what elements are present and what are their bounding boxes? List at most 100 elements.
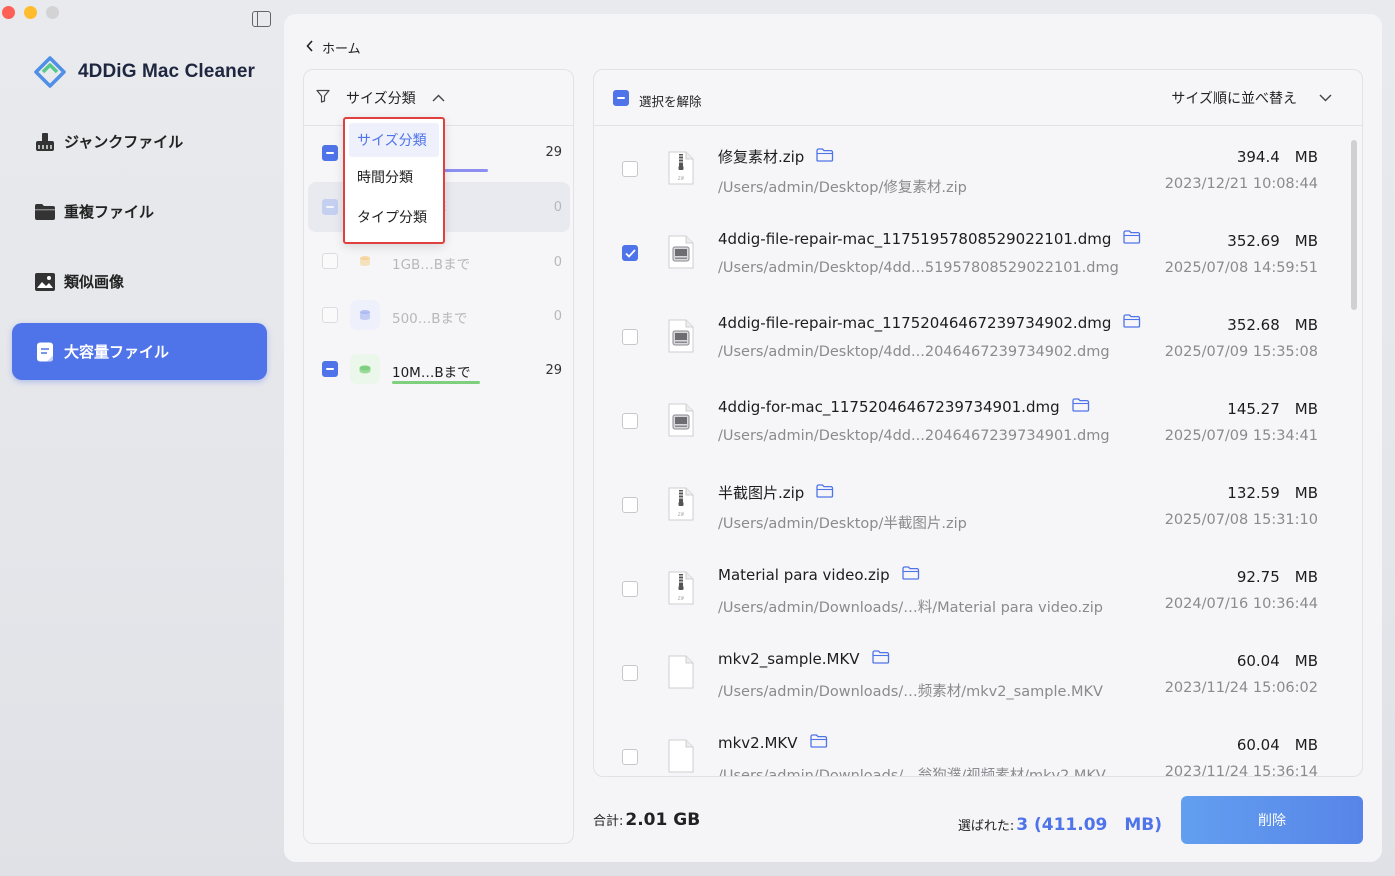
category-name: 500…Bまで [392,311,468,327]
category-count: 0 [553,200,562,215]
select-all-checkbox[interactable] [613,90,629,106]
file-row[interactable]: ZIP Material para video.zip/Users/admin/D… [594,547,1362,631]
sidebar-item-label: ジャンクファイル [64,133,184,151]
dmg-file-icon [667,235,695,269]
file-checkbox[interactable] [622,413,638,429]
category-name: 10M…Bまで [392,365,471,381]
sidebar-item-similar-images[interactable]: 類似画像 [12,253,267,310]
file-checkbox[interactable] [622,581,638,597]
maximize-window-button[interactable] [46,6,59,19]
window-controls [2,6,59,19]
open-folder-icon[interactable] [1123,230,1141,248]
open-folder-icon[interactable] [901,566,920,584]
total-value: 2.01 GB [625,810,701,830]
file-size: 394.4 MB [1236,148,1318,166]
category-checkbox[interactable] [322,307,338,323]
scrollbar[interactable] [1351,140,1357,310]
chevron-up-icon [432,90,445,106]
file-row[interactable]: mkv2_sample.MKV/Users/admin/Downloads/…频… [594,631,1362,715]
file-name-group: Material para video.zip [718,566,920,584]
sidebar-item-duplicate-files[interactable]: 重複ファイル [12,183,267,240]
open-folder-icon[interactable] [871,650,890,668]
sort-label: サイズ順に並べ替え [1171,91,1297,107]
dropdown-option-size[interactable]: サイズ分類 [349,123,439,157]
file-checkbox[interactable] [622,749,638,765]
back-home-link[interactable]: ホーム [306,38,361,57]
selected-summary: 選ばれた: 3 (411.09 MB) [958,810,1162,835]
category-count: 29 [545,363,562,378]
large-file-icon [34,342,56,362]
file-date: 2025/07/08 14:59:51 [1164,260,1318,276]
deselect-all-button[interactable]: 選択を解除 [639,91,702,110]
document-file-icon [667,655,695,689]
close-window-button[interactable] [2,6,15,19]
dropdown-option-type[interactable]: タイプ分類 [345,197,443,237]
app-logo-icon [34,56,66,88]
open-folder-icon[interactable] [816,147,834,166]
file-row[interactable]: 4ddig-for-mac_11752046467239734901.dmg/U… [594,379,1362,463]
open-folder-icon[interactable] [816,483,834,502]
file-date: 2023/11/24 15:36:14 [1164,764,1318,777]
document-file-icon [667,739,695,773]
file-list-header: 選択を解除 サイズ順に並べ替え [594,70,1362,126]
file-size: 145.27 MB [1227,400,1318,418]
filter-label: サイズ分類 [346,90,416,107]
file-checkbox[interactable] [622,665,638,681]
svg-text:ZIP: ZIP [678,176,685,181]
main-panel: ホーム サイズ分類 イル 29 [284,14,1382,862]
sidebar-item-large-files[interactable]: 大容量ファイル [12,323,267,380]
file-path: /Users/admin/Desktop/修复素材.zip [718,180,967,196]
file-path: /Users/admin/Desktop/4dd...5195780852902… [718,260,1119,276]
folder-icon [34,202,56,222]
file-name: 修复素材.zip [718,148,805,166]
chevron-down-icon [1319,90,1332,106]
sidebar-nav: ジャンクファイル 重複ファイル 類似画像 大容量ファイル [12,113,267,393]
sidebar-item-label: 重複ファイル [64,203,155,221]
category-row[interactable]: 10M…Bまで 29 [308,344,570,394]
file-path: /Users/admin/Desktop/4dd...2046467239734… [718,428,1110,444]
open-folder-icon[interactable] [809,734,828,752]
category-checkbox[interactable] [322,361,338,377]
file-date: 2023/11/24 15:06:02 [1164,680,1318,696]
open-folder-icon[interactable] [1071,398,1090,416]
file-checkbox[interactable] [622,497,638,513]
delete-button[interactable]: 削除 [1181,796,1363,844]
dropdown-option-time[interactable]: 時間分類 [345,157,443,197]
file-date: 2025/07/08 15:31:10 [1164,512,1318,528]
sidebar-toggle-icon[interactable] [252,11,271,27]
sort-type-dropdown-menu: サイズ分類 時間分類 タイプ分類 [343,117,445,244]
file-row[interactable]: mkv2.MKV/Users/admin/Downloads/…翁狗濮/视频素材… [594,715,1362,777]
file-date: 2023/12/21 10:08:44 [1164,176,1318,192]
file-size: 352.68 MB [1227,316,1318,334]
chevron-left-icon [306,39,314,56]
selected-label: 選ばれた: [957,819,1015,834]
category-row[interactable]: 500…Bまで 0 [308,290,570,340]
file-list-panel: 選択を解除 サイズ順に並べ替え ZIP 修复素材.zip/Users/admin/… [593,69,1363,777]
minimize-window-button[interactable] [24,6,37,19]
file-row[interactable]: ZIP 修复素材.zip/Users/admin/Desktop/修复素材.zip… [594,127,1362,211]
category-checkbox[interactable] [322,145,338,161]
file-row[interactable]: ZIP 半截图片.zip/Users/admin/Desktop/半截图片.zip… [594,463,1362,547]
file-name: 4ddig-for-mac_11752046467239734901.dmg [718,398,1060,416]
file-checkbox[interactable] [622,245,638,261]
file-name: 4ddig-file-repair-mac_117520464672397349… [718,314,1112,332]
disk-icon [350,354,380,384]
file-name-group: 4ddig-file-repair-mac_117519578085290221… [718,230,1141,248]
file-checkbox[interactable] [622,161,638,177]
open-folder-icon[interactable] [1123,314,1141,332]
file-name-group: 4ddig-for-mac_11752046467239734901.dmg [718,398,1090,416]
sidebar-item-junk-files[interactable]: ジャンクファイル [12,113,267,170]
category-checkbox[interactable] [322,253,338,269]
file-checkbox[interactable] [622,329,638,345]
file-row[interactable]: 4ddig-file-repair-mac_117519578085290221… [594,211,1362,295]
category-name: 1GB…Bまで [392,257,471,273]
category-checkbox[interactable] [322,199,338,215]
category-count: 29 [545,145,562,160]
zip-file-icon: ZIP [667,151,695,185]
svg-text:ZIP: ZIP [678,596,685,601]
file-name: 4ddig-file-repair-mac_117519578085290221… [718,230,1112,248]
file-row[interactable]: 4ddig-file-repair-mac_117520464672397349… [594,295,1362,379]
sort-dropdown[interactable]: サイズ順に並べ替え [1171,88,1332,108]
app-brand: 4DDiG Mac Cleaner [34,56,255,88]
sidebar-item-label: 大容量ファイル [64,343,170,361]
